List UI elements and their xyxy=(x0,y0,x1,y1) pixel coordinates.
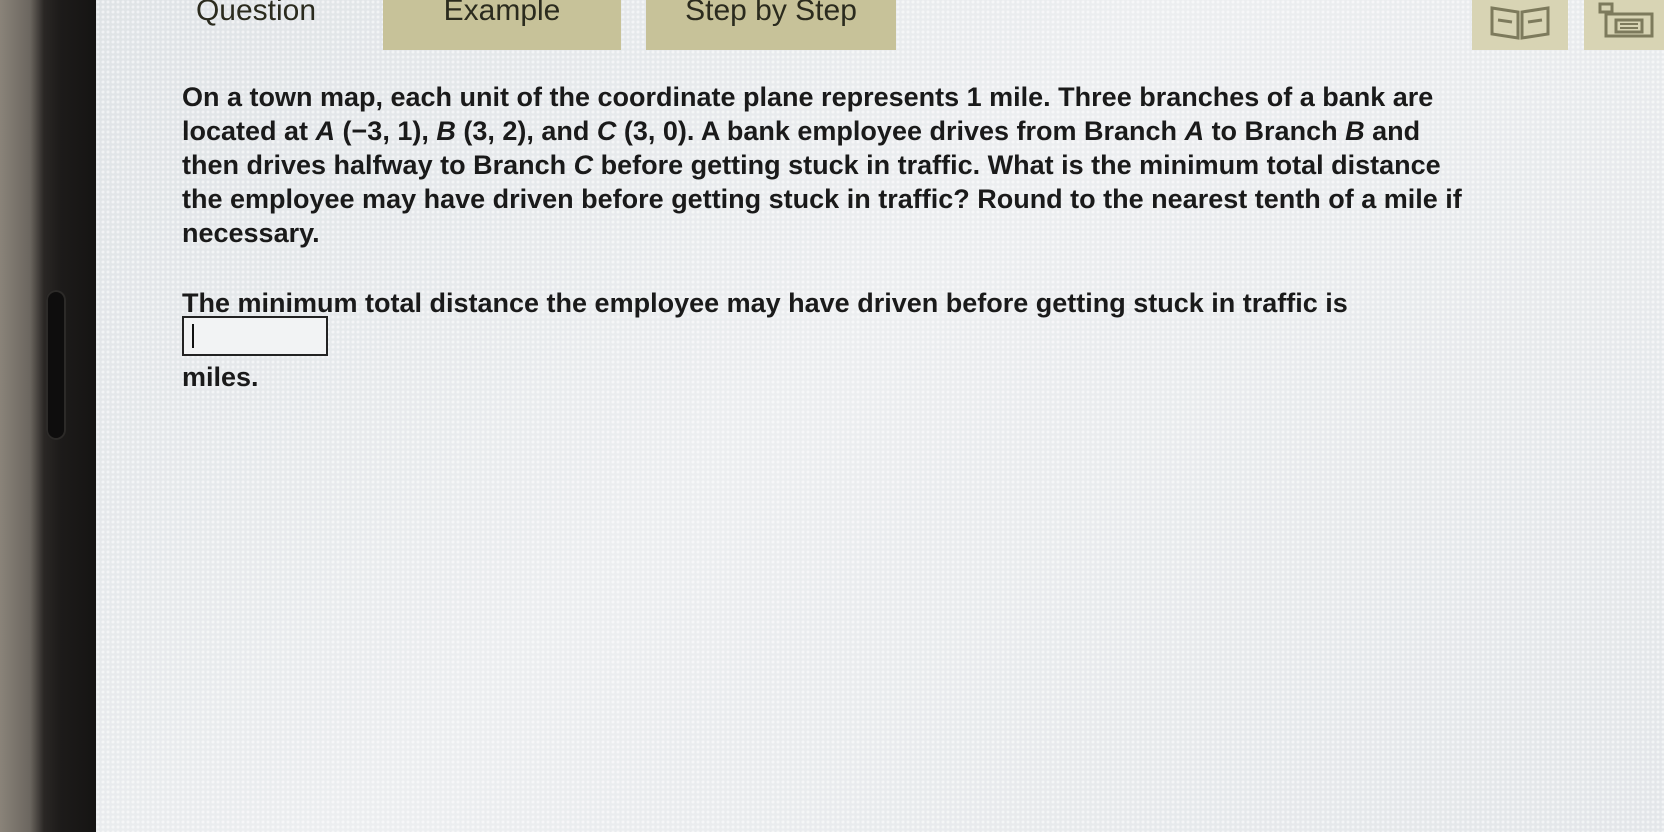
text-caret xyxy=(192,324,194,348)
point-c-coords: (3, 0). A bank employee drives from Bran… xyxy=(616,116,1185,146)
tab-bar: Question Example Step by Step xyxy=(96,0,1664,50)
question-text: On a town map, each unit of the coordina… xyxy=(182,80,1482,250)
point-a-label: A xyxy=(315,116,336,146)
device-frame: Question Example Step by Step On a town … xyxy=(0,0,1664,832)
branch-c-label: C xyxy=(573,150,594,180)
tab-question[interactable]: Question xyxy=(156,0,356,50)
device-side-button xyxy=(46,290,66,440)
book-icon xyxy=(1490,6,1550,40)
point-a-coords: (−3, 1), xyxy=(335,116,437,146)
branch-b-label: B xyxy=(1345,116,1365,146)
question-panel: On a town map, each unit of the coordina… xyxy=(182,80,1482,394)
print-icon xyxy=(1598,2,1654,38)
point-b-coords: (3, 2), and xyxy=(455,116,597,146)
tab-step-by-step[interactable]: Step by Step xyxy=(646,0,896,50)
print-button[interactable] xyxy=(1584,0,1664,50)
branch-a-label: A xyxy=(1184,116,1205,146)
screen: Question Example Step by Step On a town … xyxy=(96,0,1664,832)
answer-sentence: The minimum total distance the employee … xyxy=(182,286,1482,394)
answer-suffix: miles. xyxy=(182,362,259,392)
answer-input[interactable] xyxy=(182,316,328,356)
point-b-label: B xyxy=(436,116,456,146)
book-button[interactable] xyxy=(1472,0,1568,50)
answer-prefix: The minimum total distance the employee … xyxy=(182,288,1348,318)
question-text-part: to Branch xyxy=(1204,116,1346,146)
tab-example[interactable]: Example xyxy=(383,0,621,50)
point-c-label: C xyxy=(596,116,617,146)
